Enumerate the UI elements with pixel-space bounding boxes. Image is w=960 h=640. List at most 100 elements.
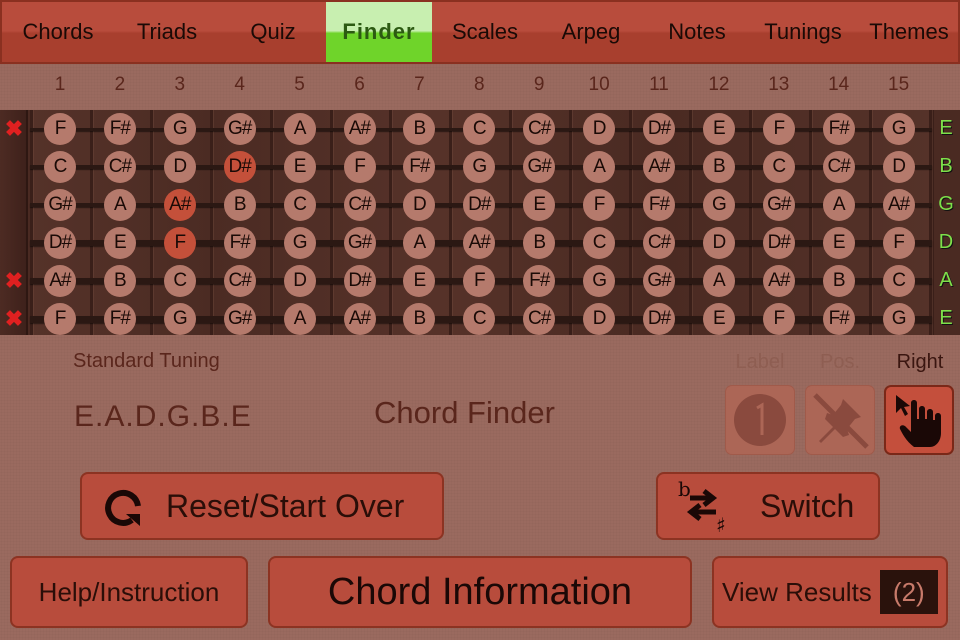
note-dot[interactable]: D	[583, 113, 616, 145]
tab-quiz[interactable]: Quiz	[220, 2, 326, 62]
view-results-button[interactable]: View Results (2)	[712, 556, 948, 628]
tab-chords[interactable]: Chords	[2, 2, 114, 62]
note-dot[interactable]: G	[583, 265, 616, 297]
note-dot[interactable]: F#	[223, 227, 256, 259]
note-dot[interactable]: G#	[762, 189, 795, 221]
note-dot[interactable]: D#	[343, 265, 376, 297]
note-dot[interactable]: F#	[822, 303, 855, 335]
switch-button[interactable]: b ♯ Switch	[656, 472, 880, 540]
tab-finder[interactable]: Finder	[326, 2, 432, 62]
x-mark-icon[interactable]: ✖	[3, 308, 25, 330]
note-dot[interactable]: F	[343, 151, 376, 183]
note-dot[interactable]: D	[882, 151, 915, 183]
fret-number: 12	[708, 74, 730, 95]
note-dot[interactable]: C#	[223, 265, 256, 297]
note-dot[interactable]: F	[44, 113, 76, 145]
note-dot[interactable]: A#	[343, 303, 376, 335]
note-dot[interactable]: A	[283, 113, 316, 145]
note-dot[interactable]: D	[283, 265, 316, 297]
note-dot[interactable]: E	[702, 303, 735, 335]
note-dot[interactable]: E	[702, 113, 735, 145]
note-dot[interactable]: B	[523, 227, 556, 259]
note-dot[interactable]: F#	[103, 303, 136, 335]
note-dot[interactable]: A	[283, 303, 316, 335]
note-dot[interactable]: F#	[822, 113, 855, 145]
note-dot[interactable]: F	[44, 303, 76, 335]
note-dot[interactable]: C#	[103, 151, 136, 183]
note-dot[interactable]: D#	[762, 227, 795, 259]
note-dot[interactable]: E	[523, 189, 556, 221]
tab-arpeg[interactable]: Arpeg	[538, 2, 644, 62]
note-dot[interactable]: E	[822, 227, 855, 259]
note-dot[interactable]: F	[583, 189, 616, 221]
note-dot[interactable]: F#	[103, 113, 136, 145]
note-dot[interactable]: G#	[223, 113, 256, 145]
note-dot[interactable]: G#	[643, 265, 675, 297]
note-dot[interactable]: A#	[643, 151, 675, 183]
note-dot[interactable]: F#	[523, 265, 556, 297]
selected-note-dot[interactable]: F	[163, 227, 196, 259]
note-dot[interactable]: D#	[643, 303, 675, 335]
tab-themes[interactable]: Themes	[856, 2, 960, 62]
tab-scales[interactable]: Scales	[432, 2, 538, 62]
position-toggle-button[interactable]	[805, 385, 875, 455]
note-dot[interactable]: F	[882, 227, 915, 259]
note-dot[interactable]: E	[283, 151, 316, 183]
tab-tunings[interactable]: Tunings	[750, 2, 856, 62]
note-dot[interactable]: C#	[643, 227, 675, 259]
note-dot[interactable]: D	[583, 303, 616, 335]
note-dot[interactable]: D	[163, 151, 196, 183]
note-dot[interactable]: G	[163, 303, 196, 335]
note-dot[interactable]: G	[882, 303, 915, 335]
note-dot[interactable]: C#	[523, 303, 556, 335]
note-dot[interactable]: C	[583, 227, 616, 259]
tab-triads[interactable]: Triads	[114, 2, 220, 62]
reset-button[interactable]: Reset/Start Over	[80, 472, 444, 540]
note-dot[interactable]: G	[163, 113, 196, 145]
note-dot[interactable]: C#	[822, 151, 855, 183]
selected-note-dot[interactable]: D#	[223, 151, 256, 183]
note-dot[interactable]: D#	[643, 113, 675, 145]
note-dot[interactable]: A#	[343, 113, 376, 145]
note-dot[interactable]: G#	[223, 303, 256, 335]
note-dot[interactable]: C	[283, 189, 316, 221]
note-dot[interactable]: C	[44, 151, 76, 183]
note-dot[interactable]: C	[762, 151, 795, 183]
note-dot[interactable]: A	[702, 265, 735, 297]
note-dot[interactable]: F	[762, 303, 795, 335]
note-dot[interactable]: A	[103, 189, 136, 221]
chord-information-button[interactable]: Chord Information	[268, 556, 692, 628]
right-hand-toggle-button[interactable]	[884, 385, 954, 455]
note-dot[interactable]: C	[163, 265, 196, 297]
note-dot[interactable]: C	[882, 265, 915, 297]
note-dot[interactable]: C#	[523, 113, 556, 145]
x-mark-icon[interactable]: ✖	[3, 118, 25, 140]
note-dot[interactable]: C#	[343, 189, 376, 221]
help-button[interactable]: Help/Instruction	[10, 556, 248, 628]
note-dot[interactable]: B	[103, 265, 136, 297]
note-dot[interactable]: A	[583, 151, 616, 183]
note-dot[interactable]: B	[223, 189, 256, 221]
note-dot[interactable]: G#	[343, 227, 376, 259]
note-dot[interactable]: B	[702, 151, 735, 183]
note-dot[interactable]: G	[283, 227, 316, 259]
note-dot[interactable]: A#	[44, 265, 76, 297]
note-dot[interactable]: E	[103, 227, 136, 259]
note-dot[interactable]: A#	[762, 265, 795, 297]
note-dot[interactable]: G	[702, 189, 735, 221]
note-dot[interactable]: F#	[643, 189, 675, 221]
fret-number: 3	[174, 74, 186, 95]
note-dot[interactable]: A	[822, 189, 855, 221]
label-toggle-button[interactable]	[725, 385, 795, 455]
note-dot[interactable]: D	[702, 227, 735, 259]
note-dot[interactable]: G#	[44, 189, 76, 221]
selected-note-dot[interactable]: A#	[163, 189, 196, 221]
note-dot[interactable]: B	[822, 265, 855, 297]
tab-notes[interactable]: Notes	[644, 2, 750, 62]
note-dot[interactable]: A#	[882, 189, 915, 221]
x-mark-icon[interactable]: ✖	[3, 270, 25, 292]
note-dot[interactable]: G#	[523, 151, 556, 183]
note-dot[interactable]: D#	[44, 227, 76, 259]
note-dot[interactable]: G	[882, 113, 915, 145]
note-dot[interactable]: F	[762, 113, 795, 145]
